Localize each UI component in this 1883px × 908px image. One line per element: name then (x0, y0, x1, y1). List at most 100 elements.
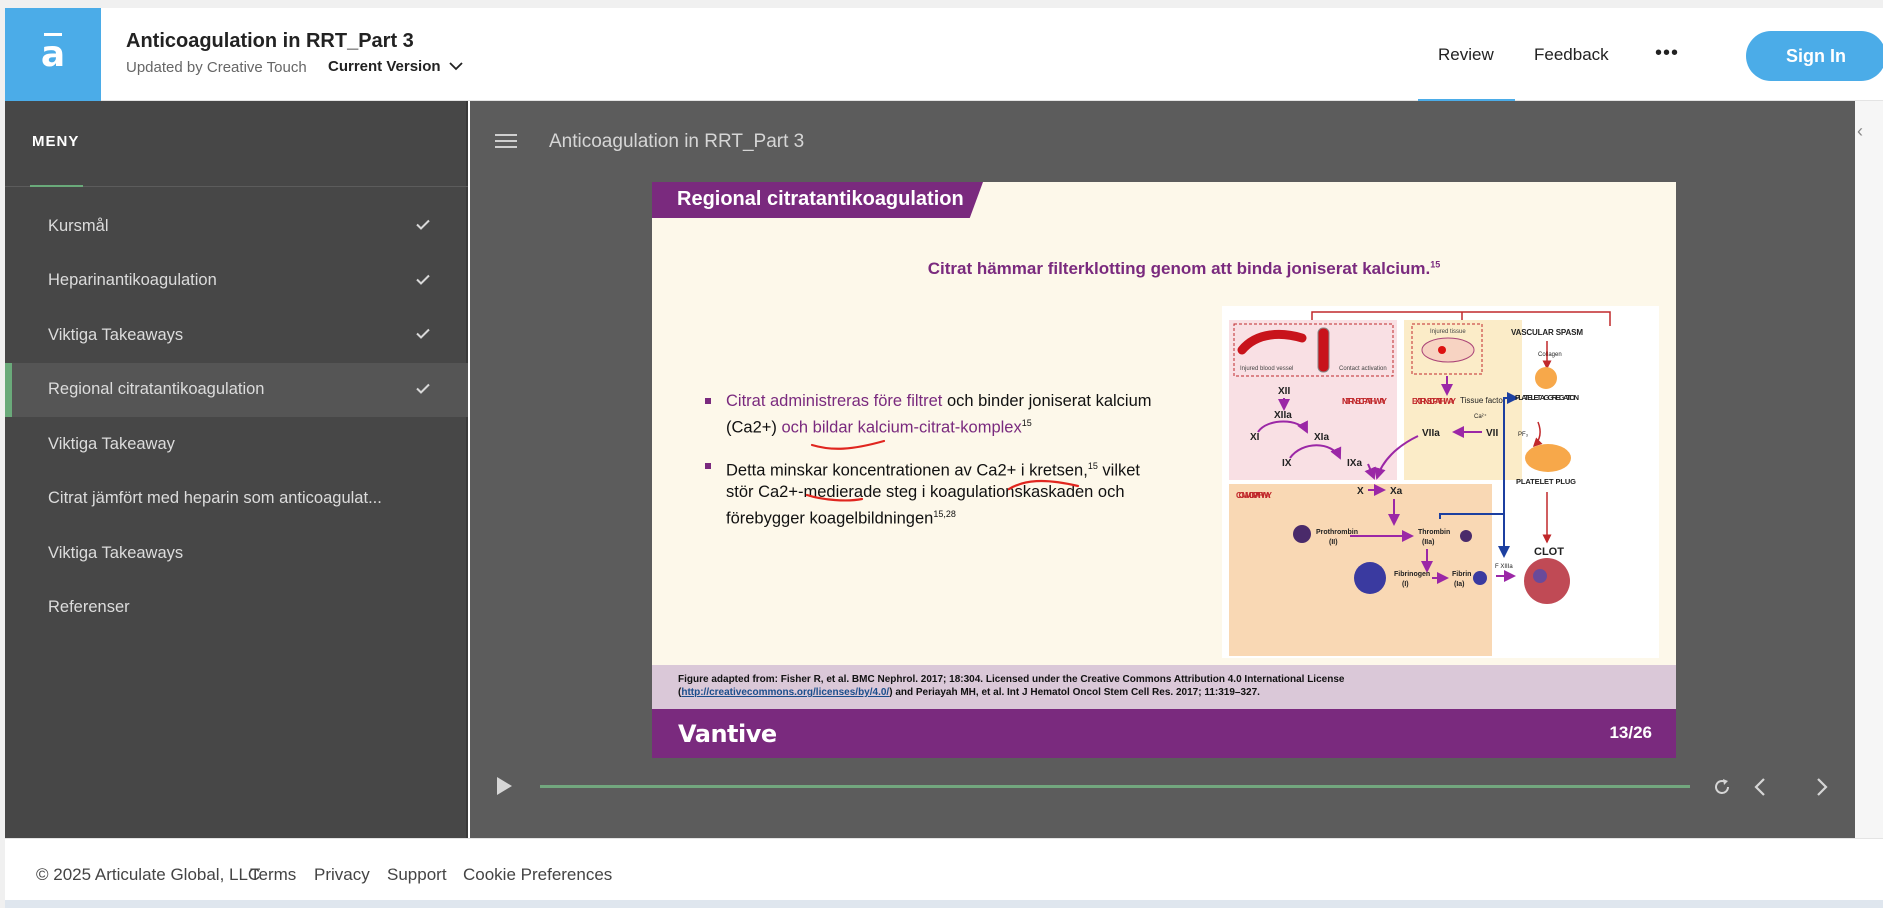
player-title: Anticoagulation in RRT_Part 3 (549, 131, 805, 152)
menu-item-label: Heparinantikoagulation (48, 271, 217, 290)
coagulation-cascade-figure: Injured blood vessel Contact activation … (1222, 306, 1659, 658)
slide-footnote: Figure adapted from: Fisher R, et al. BM… (652, 665, 1676, 709)
menu-item-label: Citrat jämfört med heparin som anticoagu… (48, 489, 382, 508)
menu-item[interactable]: Kursmål (5, 199, 468, 254)
tab-feedback[interactable]: Feedback (1534, 45, 1609, 65)
menu-item[interactable]: Regional citratantikoagulation (5, 362, 468, 417)
checkmark-icon (416, 383, 430, 394)
slide-footer-bar: Vantive 13/26 (652, 709, 1676, 758)
replay-icon[interactable] (1711, 776, 1733, 798)
cascade-label: XI (1250, 432, 1260, 443)
cascade-label: Fibrinogen (1394, 571, 1430, 578)
cascade-label: Fibrin (1452, 571, 1471, 578)
articulate-logo[interactable]: a (5, 8, 101, 101)
play-icon[interactable] (495, 776, 513, 796)
menu-tab-underline (30, 185, 83, 187)
playback-controls (470, 768, 1855, 818)
version-dropdown[interactable]: Current Version (328, 58, 463, 75)
menu-item[interactable]: Viktiga Takeaways (5, 308, 468, 363)
checkmark-icon (416, 219, 430, 230)
course-title: Anticoagulation in RRT_Part 3 (126, 30, 414, 52)
cascade-label: PLATELET PLUG (1516, 477, 1576, 486)
sign-in-button[interactable]: Sign In (1746, 31, 1883, 81)
logo-icon: a (40, 32, 66, 75)
menu-item-label: Referenser (48, 598, 130, 617)
cascade-label: (Ia) (1454, 581, 1465, 588)
menu-item-label: Viktiga Takeaway (48, 434, 175, 453)
cascade-label: Ca²⁺ (1474, 413, 1487, 420)
course-menu-sidebar: MENY Kursmål Heparinantikoagulation Viktig… (5, 101, 468, 838)
cascade-label: Injured tissue (1430, 329, 1466, 335)
cascade-label: X (1357, 486, 1364, 497)
more-options-button[interactable]: ••• (1655, 42, 1679, 65)
chevron-down-icon (448, 62, 463, 71)
cascade-label: VASCULAR SPASM (1511, 328, 1583, 337)
cascade-label: COMMON PATHWAY (1236, 491, 1273, 500)
cascade-label: XIIa (1274, 410, 1292, 421)
cascade-label: Tissue factor (1460, 396, 1506, 405)
progress-bar[interactable] (540, 785, 1690, 788)
menu-item[interactable]: Referenser (5, 581, 468, 636)
slide-canvas: Regional citratantikoagulation Citrat hä… (652, 182, 1676, 758)
menu-item-label: Viktiga Takeaways (48, 325, 184, 344)
license-link[interactable]: http://creativecommons.org/licenses/by/4… (681, 687, 889, 698)
menu-item[interactable]: Citrat jämfört med heparin som anticoagu… (5, 472, 468, 527)
cascade-label: Prothrombin (1316, 529, 1358, 536)
menu-item-label: Kursmål (48, 216, 109, 235)
cascade-label: Injured blood vessel (1240, 366, 1293, 372)
privacy-link[interactable]: Privacy (314, 865, 370, 885)
support-link[interactable]: Support (387, 865, 447, 885)
cascade-label: F XIIIa (1495, 564, 1513, 570)
updated-by-text: Updated by Creative Touch (126, 59, 307, 76)
right-scroll-strip: ‹ (1855, 101, 1883, 838)
menu-item-label: Viktiga Takeaways (48, 543, 184, 562)
slide-bullets: Citrat administreras före filtret och bi… (704, 390, 1164, 546)
next-slide-icon[interactable] (1810, 776, 1832, 798)
cascade-label: IXa (1347, 458, 1362, 469)
cascade-label: CLOT (1534, 546, 1564, 558)
version-label: Current Version (328, 58, 441, 75)
top-header: a Anticoagulation in RRT_Part 3 Updated … (5, 8, 1883, 102)
checkmark-icon (416, 274, 430, 285)
cascade-label: Contact activation (1339, 366, 1387, 372)
page-number: 13/26 (1609, 723, 1652, 742)
bullet-reduces-calcium: Detta minskar koncentrationen av Ca2+ i … (704, 455, 1164, 530)
menu-item[interactable]: Viktiga Takeaways (5, 526, 468, 581)
slide-heading: Citrat hämmar filterklotting genom att b… (927, 259, 1441, 278)
cascade-label: (I) (1402, 581, 1409, 588)
tab-review[interactable]: Review (1438, 45, 1494, 65)
cascade-label: XIa (1314, 432, 1329, 443)
cascade-label: XII (1278, 386, 1290, 397)
menu-list: Kursmål Heparinantikoagulation Viktiga Tak… (5, 199, 468, 635)
cascade-label: VII (1486, 428, 1498, 439)
cascade-label: PLATELET AGGREGATION (1515, 393, 1579, 402)
cascade-label: (IIa) (1422, 539, 1434, 546)
slide-player: Anticoagulation in RRT_Part 3 Regional c… (470, 101, 1855, 838)
taskbar-edge (5, 900, 1883, 908)
copyright-text: © 2025 Articulate Global, LLC (36, 865, 261, 884)
menu-item[interactable]: Viktiga Takeaway (5, 417, 468, 472)
brand-logo: Vantive (678, 720, 777, 748)
page-footer: © 2025 Articulate Global, LLC Terms Priv… (5, 838, 1883, 900)
checkmark-icon (416, 328, 430, 339)
cascade-label: INTRINSIC PATHWAY (1342, 397, 1388, 406)
cookie-preferences-link[interactable]: Cookie Preferences (463, 865, 612, 885)
slide-banner: Regional citratantikoagulation (652, 182, 983, 218)
menu-heading: MENY (32, 133, 80, 150)
bullet-citrate-administered: Citrat administreras före filtret och bi… (704, 390, 1164, 439)
cascade-label: EXTRINSIC PATHWAY (1412, 397, 1457, 406)
cascade-label: IX (1282, 458, 1292, 469)
terms-link[interactable]: Terms (250, 865, 296, 885)
previous-slide-icon[interactable] (1750, 776, 1772, 798)
cascade-label: Collagen (1538, 352, 1562, 358)
collapse-chevron-icon[interactable]: ‹ (1857, 121, 1863, 142)
cascade-label: PF₃ (1518, 432, 1529, 438)
menu-item[interactable]: Heparinantikoagulation (5, 254, 468, 309)
hamburger-menu-icon[interactable] (495, 134, 517, 149)
cascade-label: VIIa (1422, 428, 1440, 439)
menu-item-label: Regional citratantikoagulation (48, 380, 265, 399)
app-window: a Anticoagulation in RRT_Part 3 Updated … (5, 8, 1883, 908)
cascade-label: (II) (1329, 539, 1338, 546)
cascade-label: Xa (1390, 486, 1403, 497)
slide-banner-title: Regional citratantikoagulation (677, 188, 964, 210)
